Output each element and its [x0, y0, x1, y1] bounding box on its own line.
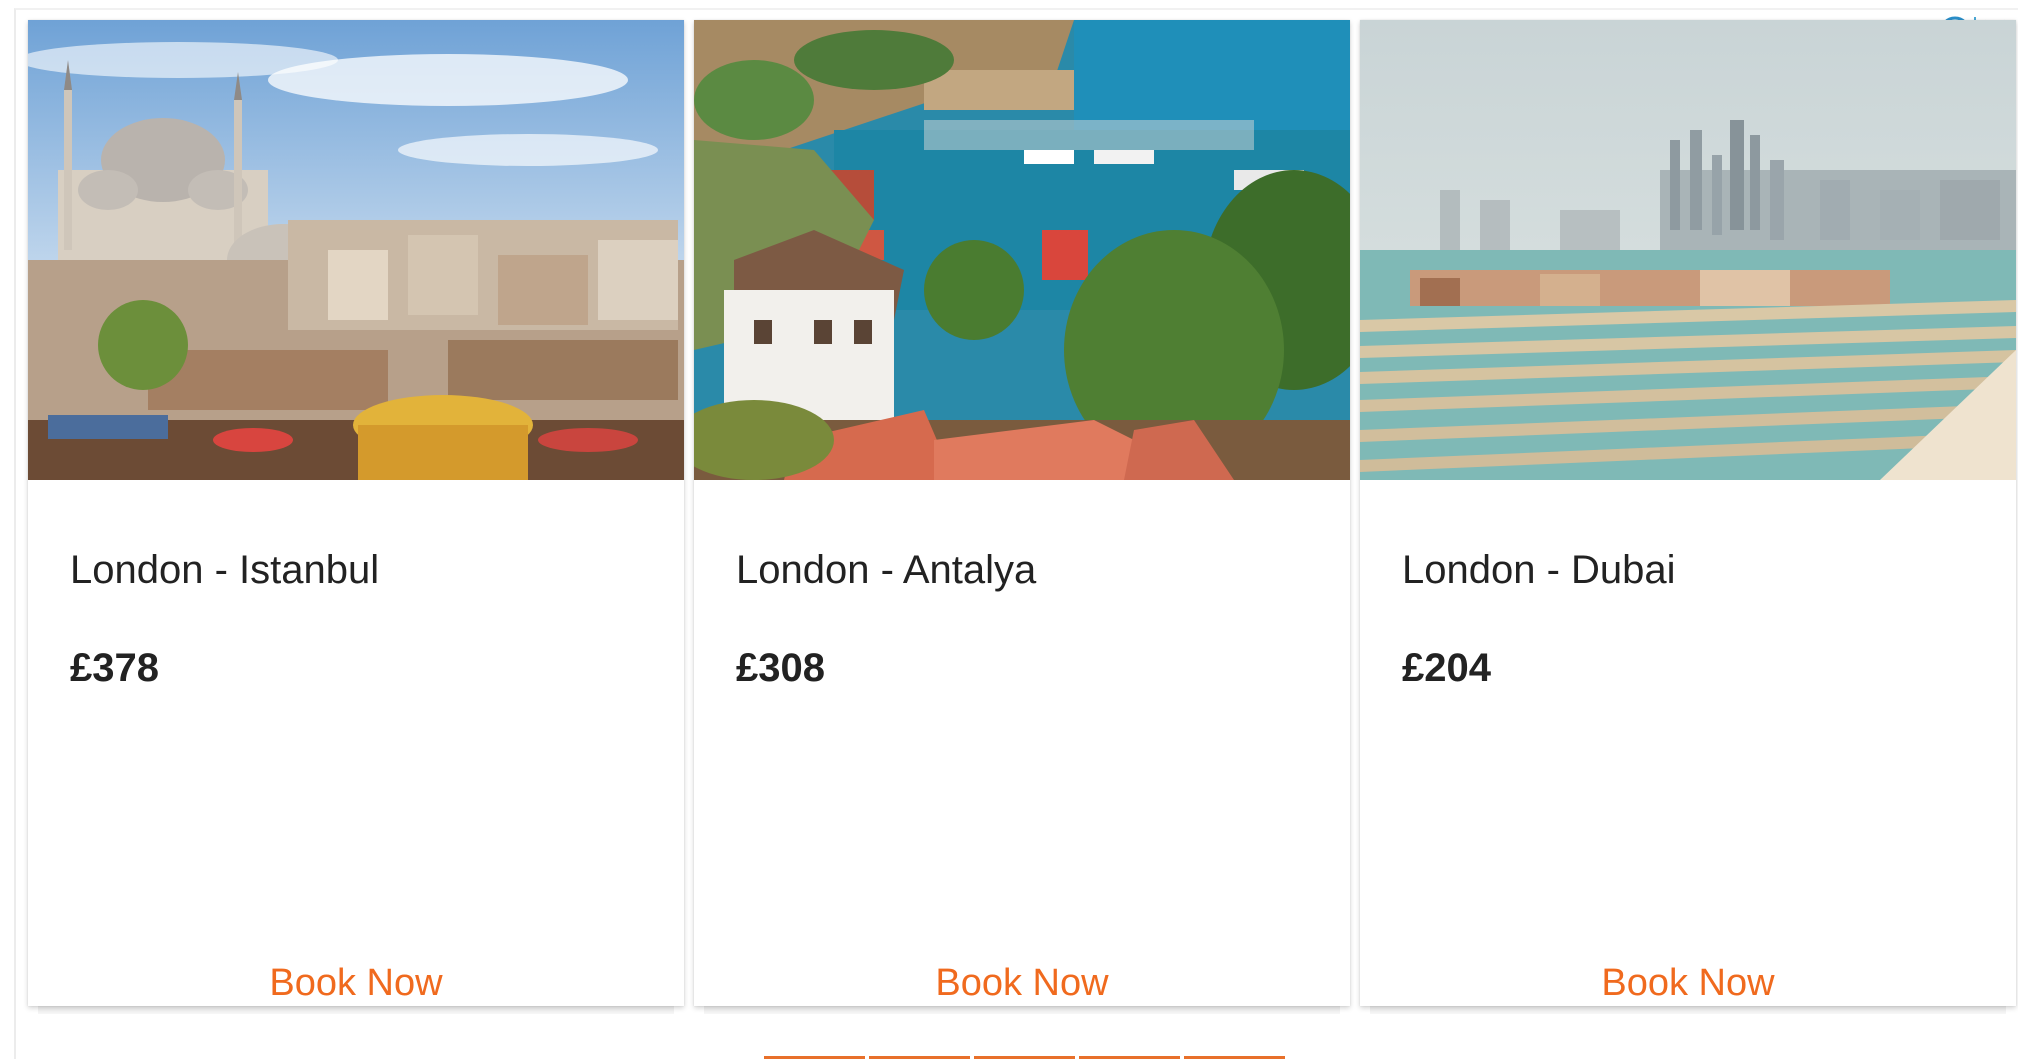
card-price: £308 — [736, 646, 825, 690]
card-price: £378 — [70, 646, 159, 690]
destination-card-antalya[interactable]: London - Antalya £308 Book Now — [694, 20, 1350, 1006]
istanbul-mosque-skyline-photo[interactable] — [28, 20, 684, 480]
destination-card-dubai[interactable]: London - Dubai £204 Book Now — [1360, 20, 2016, 1006]
dubai-palm-island-photo[interactable] — [1360, 20, 2016, 480]
destination-card-istanbul[interactable]: London - Istanbul £378 Book Now — [28, 20, 684, 1006]
card-price: £204 — [1402, 646, 1491, 690]
book-now-button[interactable]: Book Now — [694, 962, 1350, 1005]
book-now-button[interactable]: Book Now — [28, 962, 684, 1005]
card-route[interactable]: London - Istanbul — [70, 548, 379, 593]
antalya-harbor-photo[interactable] — [694, 20, 1350, 480]
card-route[interactable]: London - Antalya — [736, 548, 1036, 593]
book-now-button[interactable]: Book Now — [1360, 962, 2016, 1005]
card-route[interactable]: London - Dubai — [1402, 548, 1676, 593]
